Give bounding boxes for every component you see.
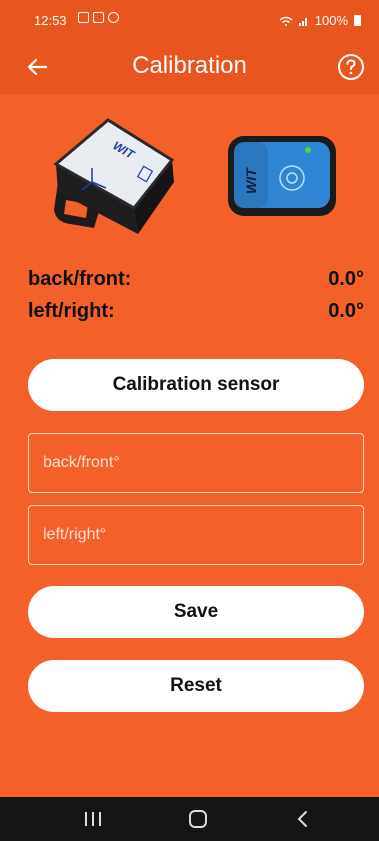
wifi-icon [279,16,293,26]
sensor-module-image: WIT [228,136,336,216]
recent-apps-icon[interactable] [82,809,104,829]
sensor-images: WIT WIT [0,112,379,242]
back-front-input[interactable] [41,453,345,473]
facebook-icon [93,12,104,23]
status-bar: 12:53 100% [0,0,379,40]
back-nav-icon[interactable] [292,809,314,829]
reading-label: left/right: [28,300,115,322]
reset-button[interactable]: Reset [28,660,364,712]
page-title: Calibration [132,52,247,79]
status-notification-icons [78,12,119,23]
calibration-sensor-button[interactable]: Calibration sensor [28,359,364,411]
left-right-input[interactable] [41,525,345,545]
left-right-field[interactable] [28,505,364,565]
battery-icon [354,15,361,26]
system-nav-bar [0,797,379,841]
status-right: 100% [279,13,361,28]
reading-label: back/front: [28,268,132,290]
app-bar: Calibration [0,40,379,94]
notification-icon [108,12,119,23]
help-circle-icon[interactable] [337,53,365,81]
reading-back-front: back/front: 0.0° [28,268,364,291]
calibration-screen: 12:53 100% Calibration WIT WIT back/fron… [0,0,379,841]
sensor-brand-right: WIT [243,167,259,194]
signal-icon [298,17,307,26]
save-button[interactable]: Save [28,586,364,638]
back-front-field[interactable] [28,433,364,493]
sensor-device-image: WIT [53,118,175,234]
battery-percent: 100% [314,13,348,28]
reading-value: 0.0° [328,268,364,290]
home-icon[interactable] [187,809,209,829]
reading-value: 0.0° [328,300,364,322]
reading-left-right: left/right: 0.0° [28,300,364,323]
status-time: 12:53 [34,13,67,28]
gallery-icon [78,12,89,23]
